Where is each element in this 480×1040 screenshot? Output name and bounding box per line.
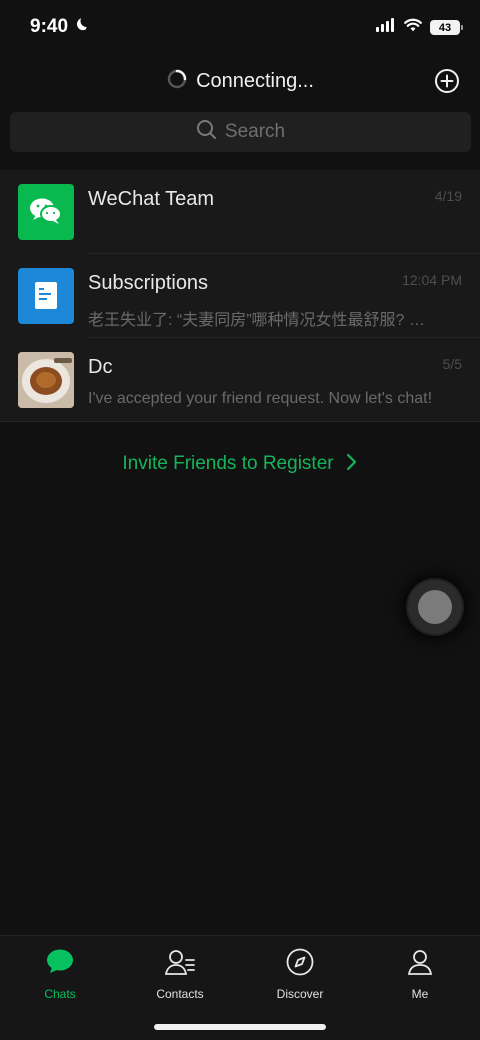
status-icons: 43 — [376, 18, 463, 37]
compass-icon — [286, 948, 314, 981]
wifi-icon — [404, 18, 422, 37]
chat-preview: 老王失业了: “夫妻同房”哪种情况女性最舒服? … — [88, 312, 425, 329]
tab-me[interactable]: Me — [360, 948, 480, 1018]
chat-list: WeChat Team 4/19 Subscriptions 老王失业了: “夫… — [0, 170, 480, 422]
chat-preview: I've accepted your friend request. Now l… — [88, 390, 433, 407]
status-bar: 9:40 43 — [0, 0, 480, 56]
search-bar[interactable]: Search — [10, 112, 471, 152]
page-title: Connecting... — [196, 70, 314, 92]
wechat-team-avatar — [18, 184, 74, 240]
assistive-touch-button[interactable] — [408, 580, 462, 634]
chat-item-wechat-team[interactable]: WeChat Team 4/19 — [0, 170, 480, 254]
status-time-wrap: 9:40 — [30, 16, 90, 38]
tab-label: Chats — [44, 987, 76, 1001]
invite-friends-link[interactable]: Invite Friends to Register — [0, 446, 480, 482]
tab-label: Me — [411, 987, 429, 1001]
battery-level: 43 — [438, 21, 452, 34]
title-wrap: Connecting... — [0, 68, 480, 95]
chat-name: Dc — [88, 356, 113, 378]
assistive-touch-inner — [418, 590, 452, 624]
chat-time: 4/19 — [434, 188, 462, 204]
tab-label: Discover — [276, 987, 324, 1001]
chat-name: WeChat Team — [88, 188, 214, 210]
chat-time: 5/5 — [442, 356, 462, 372]
document-icon — [35, 282, 57, 309]
dc-avatar — [18, 352, 74, 408]
subscriptions-avatar — [18, 268, 74, 324]
tab-contacts[interactable]: Contacts — [120, 948, 240, 1018]
person-icon — [406, 948, 434, 981]
loading-spinner-icon — [166, 68, 188, 95]
tab-label: Contacts — [156, 987, 204, 1001]
battery-icon: 43 — [430, 20, 463, 35]
contacts-icon — [164, 948, 196, 981]
chat-item-subscriptions[interactable]: Subscriptions 老王失业了: “夫妻同房”哪种情况女性最舒服? … … — [0, 254, 480, 338]
chat-item-dc[interactable]: Dc I've accepted your friend request. No… — [0, 338, 480, 422]
moon-icon — [74, 16, 90, 38]
food-photo-icon — [18, 352, 74, 408]
chat-bubble-icon — [45, 948, 75, 981]
wechat-logo-icon — [30, 198, 62, 224]
invite-label: Invite Friends to Register — [122, 453, 334, 474]
tab-discover[interactable]: Discover — [240, 948, 360, 1018]
search-icon — [196, 119, 217, 145]
tab-chats[interactable]: Chats — [0, 948, 120, 1018]
chat-name: Subscriptions — [88, 272, 209, 294]
header: Connecting... — [0, 56, 480, 108]
signal-icon — [376, 18, 396, 37]
plus-circle-icon — [435, 69, 459, 93]
search-placeholder: Search — [224, 121, 286, 142]
status-time: 9:40 — [30, 16, 69, 37]
home-indicator — [154, 1024, 326, 1030]
chat-time: 12:04 PM — [402, 272, 462, 288]
plus-button[interactable] — [434, 68, 460, 99]
chevron-right-icon — [346, 453, 358, 476]
